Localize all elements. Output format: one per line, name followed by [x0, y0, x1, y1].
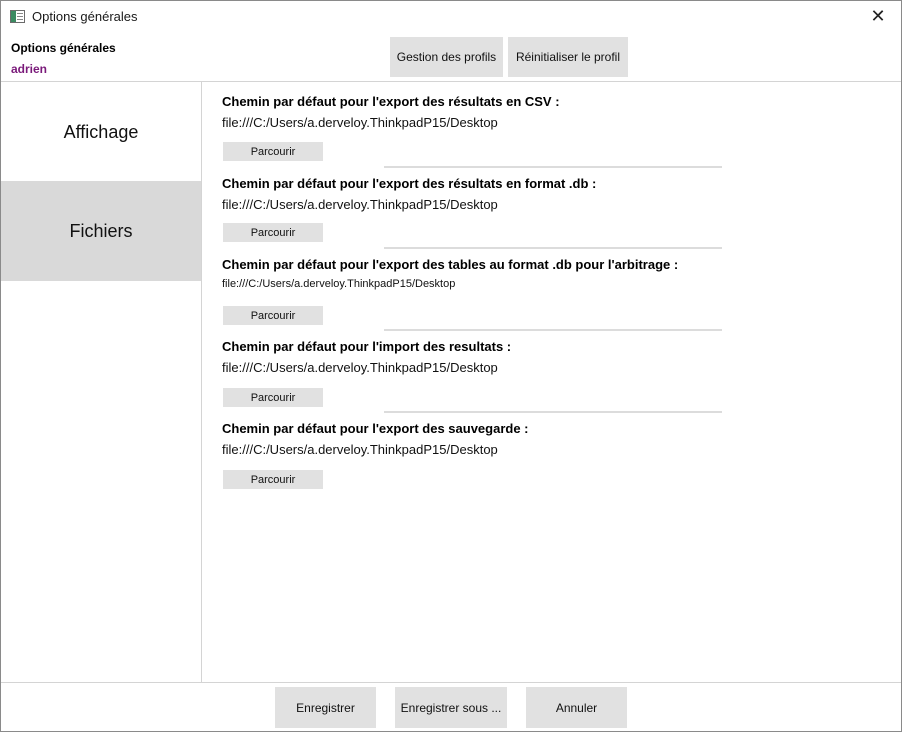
arbitrage-export-section: Chemin par défaut pour l'export des tabl… [222, 257, 822, 325]
section-title: Chemin par défaut pour l'export des résu… [222, 176, 597, 191]
sidebar-item-fichiers[interactable]: Fichiers [1, 181, 201, 281]
section-divider [384, 166, 722, 168]
browse-button[interactable]: Parcourir [223, 306, 323, 325]
app-window-icon [10, 10, 25, 23]
header-title: Options générales [11, 41, 116, 55]
cancel-button[interactable]: Annuler [526, 687, 627, 728]
section-divider [384, 411, 722, 413]
path-value: file:///C:/Users/a.derveloy.ThinkpadP15/… [222, 442, 498, 457]
section-title: Chemin par défaut pour l'export des résu… [222, 94, 560, 109]
backup-export-section: Chemin par défaut pour l'export des sauv… [222, 421, 822, 489]
results-import-section: Chemin par défaut pour l'import des resu… [222, 339, 822, 407]
options-window: Options générales ✕ Options générales ad… [0, 0, 902, 732]
window-title: Options générales [32, 9, 138, 24]
browse-button[interactable]: Parcourir [223, 223, 323, 242]
section-title: Chemin par défaut pour l'export des tabl… [222, 257, 679, 272]
close-icon[interactable]: ✕ [855, 1, 901, 32]
save-button[interactable]: Enregistrer [275, 687, 376, 728]
sidebar: Affichage Fichiers [1, 82, 202, 682]
section-divider [384, 247, 722, 249]
csv-export-section: Chemin par défaut pour l'export des résu… [222, 94, 822, 161]
path-value: file:///C:/Users/a.derveloy.ThinkpadP15/… [222, 115, 498, 130]
section-divider [384, 329, 722, 331]
browse-button[interactable]: Parcourir [223, 142, 323, 161]
save-as-button[interactable]: Enregistrer sous ... [395, 687, 507, 728]
title-bar: Options générales ✕ [1, 1, 901, 32]
sidebar-item-affichage[interactable]: Affichage [1, 82, 201, 182]
path-value: file:///C:/Users/a.derveloy.ThinkpadP15/… [222, 360, 498, 375]
browse-button[interactable]: Parcourir [223, 388, 323, 407]
path-value: file:///C:/Users/a.derveloy.ThinkpadP15/… [222, 278, 456, 290]
header: Options générales adrien Gestion des pro… [1, 32, 901, 82]
section-title: Chemin par défaut pour l'export des sauv… [222, 421, 529, 436]
footer: Enregistrer Enregistrer sous ... Annuler [1, 682, 901, 731]
db-export-section: Chemin par défaut pour l'export des résu… [222, 176, 822, 242]
reset-profile-button[interactable]: Réinitialiser le profil [508, 37, 628, 77]
manage-profiles-button[interactable]: Gestion des profils [390, 37, 503, 77]
path-value: file:///C:/Users/a.derveloy.ThinkpadP15/… [222, 197, 498, 212]
section-title: Chemin par défaut pour l'import des resu… [222, 339, 512, 354]
browse-button[interactable]: Parcourir [223, 470, 323, 489]
profile-name: adrien [11, 62, 48, 76]
files-settings-panel: Chemin par défaut pour l'export des résu… [203, 82, 901, 682]
